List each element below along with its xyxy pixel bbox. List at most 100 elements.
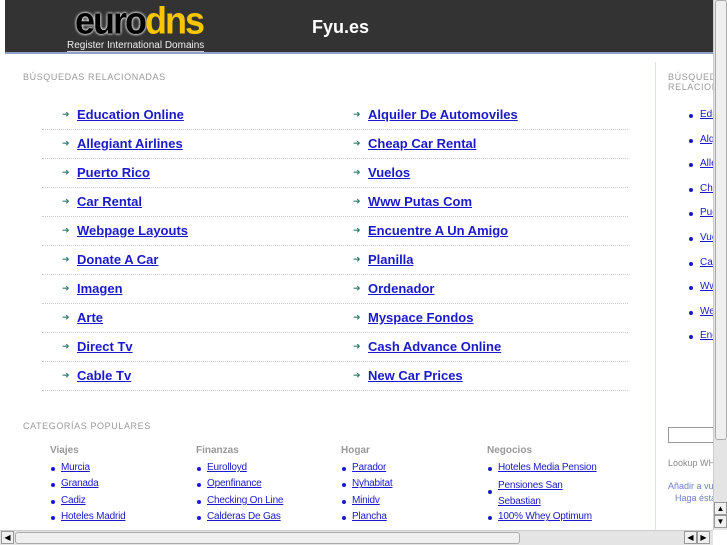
logo-euro: euro [75, 0, 147, 42]
category-link[interactable]: Minidv [352, 495, 380, 506]
arrow-icon: ➜ [353, 341, 361, 351]
related-link[interactable]: Arte [77, 310, 103, 325]
sidebar-link[interactable]: Alquiler De Automoviles [700, 134, 713, 145]
category-link[interactable]: Checking On Line [207, 495, 283, 506]
bullet-icon [342, 467, 346, 471]
category-link[interactable]: Calderas De Gas [207, 511, 281, 522]
sidebar-link[interactable]: Encuentre A Un Amigo [700, 330, 713, 341]
arrow-icon: ➜ [353, 225, 361, 235]
related-link[interactable]: Myspace Fondos [368, 310, 473, 325]
lookup-whois-label: Lookup WHOIS [668, 458, 713, 468]
sidebar-link[interactable]: Puerto Rico [700, 207, 713, 218]
scroll-left-button-end[interactable]: ◀ [684, 531, 697, 544]
arrow-icon: ➜ [62, 167, 70, 177]
vertical-scrollbar[interactable]: ▲ ▼ [713, 0, 727, 530]
arrow-icon: ➜ [62, 109, 70, 119]
bullet-icon [342, 483, 346, 488]
sidebar-title: BÚSQUEDAS RELACIONADAS [668, 72, 713, 92]
sidebar-link[interactable]: Vuelos [700, 232, 713, 243]
category-heading: Finanzas [196, 445, 239, 456]
bullet-icon [342, 516, 346, 521]
related-link[interactable]: Puerto Rico [77, 165, 150, 180]
related-link[interactable]: Allegiant Airlines [77, 136, 183, 151]
arrow-icon: ➜ [62, 138, 70, 148]
category-link[interactable]: Openfinance [207, 478, 262, 489]
scroll-right-button[interactable]: ▶ [697, 531, 710, 544]
bullet-icon [197, 467, 201, 471]
vertical-scroll-thumb[interactable] [715, 0, 727, 440]
category-link[interactable]: Plancha [352, 511, 387, 522]
category-link[interactable]: Parador [352, 462, 386, 473]
sidebar-link[interactable]: Www Putas Com [700, 281, 713, 292]
related-link[interactable]: Www Putas Com [368, 194, 472, 209]
add-favorites-link[interactable]: Añadir a vuestros favoritos [668, 481, 713, 491]
related-link[interactable]: Cheap Car Rental [368, 136, 476, 151]
related-link[interactable]: Alquiler De Automoviles [368, 107, 518, 122]
bullet-icon [689, 212, 693, 217]
category-link[interactable]: Granada [61, 478, 99, 489]
related-link[interactable]: Planilla [368, 252, 414, 267]
sidebar-link[interactable]: Cheap Car Rental [700, 183, 713, 194]
bullet-icon [689, 163, 693, 168]
scroll-left-button[interactable]: ◀ [1, 531, 14, 544]
horizontal-scrollbar[interactable]: ◀ ◀ ▶ [0, 530, 713, 545]
category-link[interactable]: Cadiz [61, 495, 86, 506]
eurodns-logo[interactable]: eurodns Register International Domains [67, 0, 205, 52]
category-link[interactable]: Pensiones San Sebastian [498, 478, 578, 510]
bullet-icon [689, 310, 693, 315]
related-title: BÚSQUEDAS RELACIONADAS [23, 72, 166, 82]
bullet-icon [689, 237, 693, 241]
make-homepage-link[interactable]: Haga ésta su página de inicio [675, 493, 713, 503]
related-link[interactable]: Encuentre A Un Amigo [368, 223, 508, 238]
related-link[interactable]: Vuelos [368, 165, 410, 180]
row-separator [42, 303, 628, 304]
bullet-icon [51, 483, 55, 488]
bullet-icon [51, 499, 55, 504]
related-link[interactable]: Imagen [77, 281, 123, 296]
category-link[interactable]: Hoteles Madrid [61, 511, 126, 522]
bullet-icon [689, 335, 693, 340]
category-link[interactable]: 100% Whey Optimum [498, 511, 592, 522]
related-link[interactable]: Direct Tv [77, 339, 133, 354]
sidebar-link[interactable]: Education Online [700, 109, 713, 120]
sidebar: BÚSQUEDAS RELACIONADAS Education Online A… [656, 0, 713, 530]
whois-input[interactable] [668, 427, 713, 443]
category-heading: Viajes [50, 445, 79, 456]
sidebar-link[interactable]: Allegiant Airlines [700, 158, 713, 169]
bullet-icon [197, 499, 201, 504]
arrow-icon: ➜ [353, 196, 361, 206]
category-heading: Hogar [341, 445, 370, 456]
bullet-icon [488, 516, 492, 521]
arrow-icon: ➜ [62, 370, 70, 380]
related-link[interactable]: Cash Advance Online [368, 339, 501, 354]
scroll-up-button[interactable]: ▲ [714, 502, 727, 515]
sidebar-link[interactable]: Car Rental [700, 257, 713, 268]
arrow-icon: ➜ [353, 254, 361, 264]
related-link[interactable]: Donate A Car [77, 252, 158, 267]
category-heading: Negocios [487, 445, 533, 456]
related-link[interactable]: New Car Prices [368, 368, 463, 383]
category-link[interactable]: Murcia [61, 462, 90, 473]
scroll-down-button[interactable]: ▼ [714, 515, 727, 528]
row-separator [42, 390, 628, 391]
related-link[interactable]: Cable Tv [77, 368, 131, 383]
site-title: Fyu.es [312, 17, 370, 37]
category-link[interactable]: Nyhabitat [352, 478, 393, 489]
related-link[interactable]: Webpage Layouts [77, 223, 188, 238]
row-separator [42, 187, 628, 188]
arrow-icon: ➜ [353, 109, 361, 119]
horizontal-scroll-thumb[interactable] [15, 532, 520, 544]
related-link[interactable]: Ordenador [368, 281, 434, 296]
logo-dns: dns [145, 0, 205, 42]
bullet-icon [51, 516, 55, 521]
category-link[interactable]: Hoteles Media Pension [498, 462, 597, 473]
category-link[interactable]: Eurolloyd [207, 462, 247, 473]
bullet-icon [689, 138, 693, 143]
row-separator [42, 332, 628, 333]
bullet-icon [689, 261, 693, 266]
bullet-icon [689, 114, 693, 118]
related-link[interactable]: Car Rental [77, 194, 142, 209]
sidebar-link[interactable]: Webpage Layouts [700, 306, 713, 317]
related-link[interactable]: Education Online [77, 107, 184, 122]
arrow-icon: ➜ [62, 283, 70, 293]
